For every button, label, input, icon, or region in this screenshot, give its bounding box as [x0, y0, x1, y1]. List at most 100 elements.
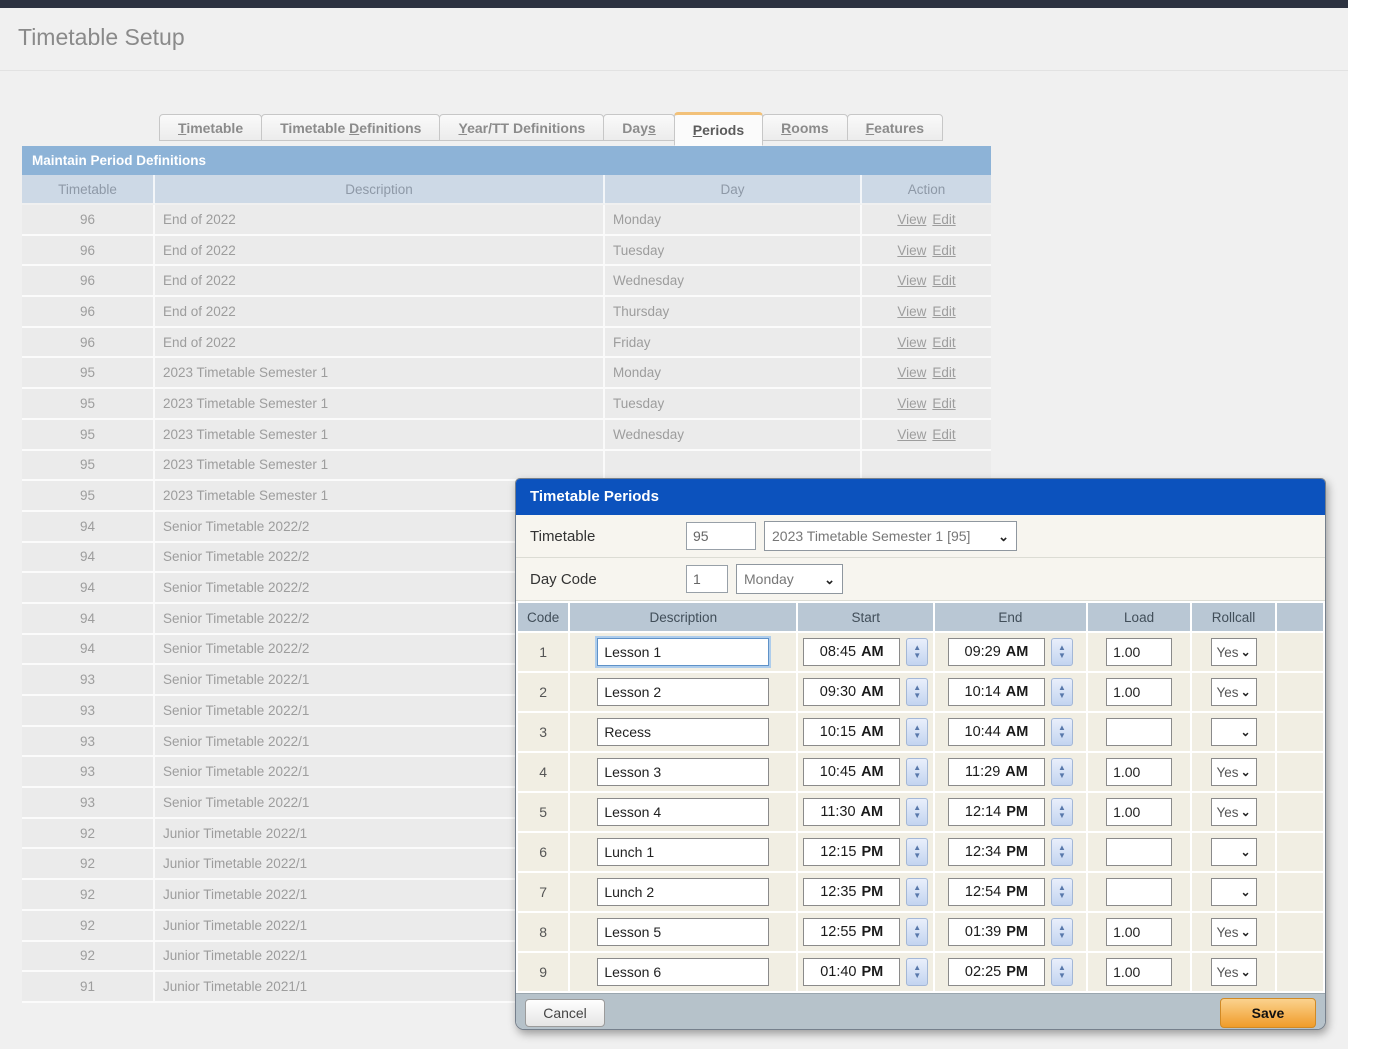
end-time-stepper[interactable]: ▲▼: [1051, 838, 1073, 866]
tab-days[interactable]: Days: [603, 114, 674, 141]
start-time-input[interactable]: 09:30AM: [803, 678, 900, 706]
end-time-input[interactable]: 10:44AM: [948, 718, 1045, 746]
end-time-input[interactable]: 12:14PM: [948, 798, 1045, 826]
rollcall-select[interactable]: ⌄: [1211, 718, 1257, 746]
load-input[interactable]: [1106, 878, 1172, 906]
start-time-input[interactable]: 11:30AM: [803, 798, 900, 826]
edit-link[interactable]: Edit: [932, 304, 955, 319]
view-link[interactable]: View: [897, 365, 926, 380]
end-time-input[interactable]: 11:29AM: [948, 758, 1045, 786]
start-time-input[interactable]: 12:55PM: [803, 918, 900, 946]
start-time-value: 08:45: [820, 644, 856, 660]
timetable-select[interactable]: 2023 Timetable Semester 1 [95] ⌄: [764, 521, 1017, 551]
end-time-stepper[interactable]: ▲▼: [1051, 958, 1073, 986]
rollcall-select[interactable]: ⌄: [1211, 878, 1257, 906]
start-time-value: 12:35: [820, 884, 856, 900]
period-description-input[interactable]: [597, 838, 769, 866]
view-link[interactable]: View: [897, 212, 926, 227]
view-link[interactable]: View: [897, 243, 926, 258]
start-time-stepper[interactable]: ▲▼: [906, 758, 928, 786]
start-time-stepper[interactable]: ▲▼: [906, 918, 928, 946]
tab-timetable-definitions[interactable]: Timetable Definitions: [261, 114, 440, 141]
load-input[interactable]: [1106, 958, 1172, 986]
start-time-input[interactable]: 12:35PM: [803, 878, 900, 906]
end-time-stepper[interactable]: ▲▼: [1051, 718, 1073, 746]
end-time-stepper[interactable]: ▲▼: [1051, 918, 1073, 946]
end-time-stepper[interactable]: ▲▼: [1051, 678, 1073, 706]
start-time-stepper[interactable]: ▲▼: [906, 958, 928, 986]
start-time-stepper[interactable]: ▲▼: [906, 878, 928, 906]
period-row: 410:45AM▲▼11:29AM▲▼Yes⌄: [518, 753, 1323, 791]
load-input[interactable]: [1106, 838, 1172, 866]
rollcall-select[interactable]: Yes⌄: [1211, 918, 1257, 946]
tab-periods[interactable]: Periods: [674, 112, 763, 146]
periods-table: Code Description Start End Load Rollcall…: [516, 601, 1325, 993]
start-time-input[interactable]: 12:15PM: [803, 838, 900, 866]
edit-link[interactable]: Edit: [932, 335, 955, 350]
tab-year-tt-definitions[interactable]: Year/TT Definitions: [439, 114, 604, 141]
rollcall-select[interactable]: Yes⌄: [1211, 638, 1257, 666]
rollcall-select[interactable]: Yes⌄: [1211, 678, 1257, 706]
tab-rooms[interactable]: Rooms: [762, 114, 847, 141]
end-time-input[interactable]: 01:39PM: [948, 918, 1045, 946]
rollcall-select[interactable]: ⌄: [1211, 838, 1257, 866]
start-time-stepper[interactable]: ▲▼: [906, 638, 928, 666]
view-link[interactable]: View: [897, 427, 926, 442]
rollcall-select[interactable]: Yes⌄: [1211, 958, 1257, 986]
load-input[interactable]: [1106, 918, 1172, 946]
save-button[interactable]: Save: [1220, 998, 1316, 1028]
start-time-stepper[interactable]: ▲▼: [906, 718, 928, 746]
view-link[interactable]: View: [897, 304, 926, 319]
rollcall-select[interactable]: Yes⌄: [1211, 758, 1257, 786]
description-cell: End of 2022: [155, 297, 605, 328]
edit-link[interactable]: Edit: [932, 212, 955, 227]
load-input[interactable]: [1106, 798, 1172, 826]
start-time-input[interactable]: 10:45AM: [803, 758, 900, 786]
load-input[interactable]: [1106, 758, 1172, 786]
load-input[interactable]: [1106, 638, 1172, 666]
period-description-input[interactable]: [597, 638, 769, 666]
edit-link[interactable]: Edit: [932, 273, 955, 288]
edit-link[interactable]: Edit: [932, 243, 955, 258]
view-link[interactable]: View: [897, 273, 926, 288]
start-time-stepper[interactable]: ▲▼: [906, 838, 928, 866]
end-time-stepper[interactable]: ▲▼: [1051, 758, 1073, 786]
column-header-load: Load: [1088, 603, 1191, 631]
day-select[interactable]: Monday ⌄: [736, 564, 843, 594]
day-code-input[interactable]: [686, 565, 728, 593]
end-time-input[interactable]: 02:25PM: [948, 958, 1045, 986]
start-time-input[interactable]: 10:15AM: [803, 718, 900, 746]
period-description-input[interactable]: [597, 758, 769, 786]
end-time-input[interactable]: 12:34PM: [948, 838, 1045, 866]
end-time-stepper[interactable]: ▲▼: [1051, 638, 1073, 666]
end-time-stepper[interactable]: ▲▼: [1051, 878, 1073, 906]
period-description-input[interactable]: [597, 718, 769, 746]
start-time-stepper[interactable]: ▲▼: [906, 798, 928, 826]
view-link[interactable]: View: [897, 396, 926, 411]
period-description-input[interactable]: [597, 958, 769, 986]
start-time-stepper[interactable]: ▲▼: [906, 678, 928, 706]
view-link[interactable]: View: [897, 335, 926, 350]
edit-link[interactable]: Edit: [932, 396, 955, 411]
end-time-input[interactable]: 10:14AM: [948, 678, 1045, 706]
cancel-button[interactable]: Cancel: [525, 999, 605, 1027]
day-cell: Friday: [605, 328, 862, 359]
start-time-input[interactable]: 01:40PM: [803, 958, 900, 986]
load-input[interactable]: [1106, 678, 1172, 706]
period-description-input[interactable]: [597, 678, 769, 706]
action-cell: View Edit: [862, 297, 991, 328]
timetable-code-input[interactable]: [686, 522, 756, 550]
edit-link[interactable]: Edit: [932, 365, 955, 380]
end-time-input[interactable]: 12:54PM: [948, 878, 1045, 906]
end-time-input[interactable]: 09:29AM: [948, 638, 1045, 666]
tab-features[interactable]: Features: [847, 114, 943, 141]
period-description-input[interactable]: [597, 878, 769, 906]
start-time-input[interactable]: 08:45AM: [803, 638, 900, 666]
load-input[interactable]: [1106, 718, 1172, 746]
edit-link[interactable]: Edit: [932, 427, 955, 442]
period-description-input[interactable]: [597, 918, 769, 946]
period-description-input[interactable]: [597, 798, 769, 826]
end-time-stepper[interactable]: ▲▼: [1051, 798, 1073, 826]
tab-timetable[interactable]: Timetable: [159, 114, 262, 141]
rollcall-select[interactable]: Yes⌄: [1211, 798, 1257, 826]
